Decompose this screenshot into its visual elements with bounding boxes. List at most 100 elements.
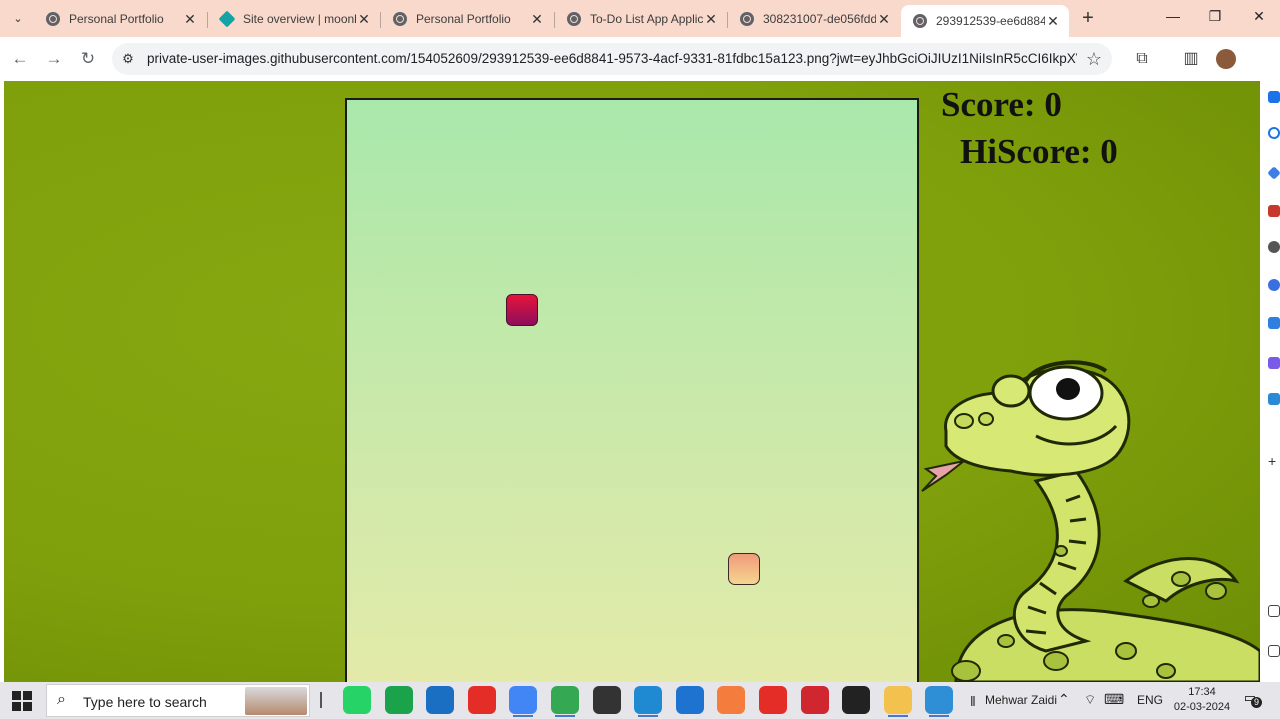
address-bar[interactable]: ⚙ private-user-images.githubusercontent.… [112,43,1112,75]
shopping-icon[interactable] [1268,205,1280,217]
person-icon[interactable] [1268,241,1280,253]
side-panel-icon[interactable]: ▥ [1181,49,1201,69]
search-icon: ⌕ [57,691,66,708]
url-text[interactable]: private-user-images.githubusercontent.co… [147,51,1077,66]
cartoon-snake-illustration [921,360,1260,682]
forward-arrow-icon[interactable]: → [44,49,64,69]
extensions-icon[interactable]: ⧉ [1132,49,1152,69]
browser-side-panel: + [1260,81,1280,682]
settings-icon[interactable] [1268,645,1280,657]
toolbar-divider: ‖ [970,693,976,709]
tab-close-icon[interactable]: ✕ [876,11,892,28]
profile-avatar[interactable] [1216,49,1236,69]
taskbar-app-mail-icon[interactable] [675,686,704,714]
reload-icon[interactable]: ↻ [78,49,98,69]
running-app-indicator [555,715,575,717]
search-highlight-image [245,687,307,715]
send-icon[interactable] [1268,393,1280,405]
split-screen-icon[interactable] [1268,605,1280,617]
clock-time: 17:34 [1188,686,1216,698]
tab-close-icon[interactable]: ✕ [356,11,372,28]
taskbar-app-youtube-2-icon[interactable] [759,686,787,714]
taskbar-app-edge-icon[interactable] [925,686,954,717]
clock-date: 02-03-2024 [1173,701,1231,713]
running-app-indicator [638,715,659,717]
new-tab-button[interactable]: + [1078,8,1098,28]
browser-toolbar: ← → ↻ ⚙ private-user-images.githubuserco… [0,37,1280,81]
language-indicator[interactable]: ENG [1137,693,1163,707]
notification-center-button[interactable]: ▭ 9 [1240,690,1262,708]
taskbar-app-xampp-icon[interactable] [717,686,746,714]
score-display: Score: 0 [941,85,1062,124]
start-logo-pane [23,702,32,711]
back-arrow-icon[interactable]: ← [10,49,30,69]
globe-icon [46,12,60,26]
tab-todo-app[interactable]: To-Do List App Applic ✕ [555,5,727,33]
keyboard-icon[interactable]: ⌨ [1104,691,1124,708]
tab-personal-portfolio-2[interactable]: Personal Portfolio ✕ [381,5,553,33]
snake-head [506,294,538,326]
start-logo-pane [23,691,32,700]
tab-personal-portfolio-1[interactable]: Personal Portfolio ✕ [34,5,206,33]
tab-title: Site overview | moonl [243,12,356,26]
taskbar-app-pinterest-icon[interactable] [800,686,829,714]
tab-site-overview[interactable]: Site overview | moonl ✕ [208,5,380,33]
office-icon[interactable] [1268,317,1280,329]
tab-title: Personal Portfolio [416,12,511,26]
tab-close-icon[interactable]: ✕ [182,11,198,28]
game-board [345,98,919,682]
windows-start-button[interactable] [12,691,32,711]
compass-icon[interactable] [1268,127,1280,139]
globe-icon [740,12,754,26]
games-icon[interactable] [1268,279,1280,291]
site-info-icon[interactable]: ⚙ [120,51,136,67]
close-window-button[interactable]: ✕ [1236,8,1280,28]
taskbar-app-file-explorer-icon[interactable] [883,686,912,717]
copilot-icon[interactable] [1267,166,1280,180]
chevron-up-icon[interactable]: ⌃ [1058,691,1070,708]
search-icon[interactable] [1268,91,1280,103]
running-app-indicator [929,715,950,717]
tab-title: 293912539-ee6d8841 [936,14,1045,28]
taskbar-search-box[interactable]: ⌕ Type here to search [46,684,310,717]
taskbar-app-media-player-icon[interactable] [842,686,871,714]
globe-icon [913,14,927,28]
minimize-button[interactable]: — [1150,8,1196,28]
taskbar-app-edge-dev-icon[interactable] [426,686,455,714]
start-logo-pane [12,691,21,700]
wifi-icon[interactable]: ⌔ [1084,692,1096,708]
tab-title: Personal Portfolio [69,12,164,26]
notification-badge: 9 [1251,697,1262,708]
taskbar-divider [320,692,322,708]
outlook-icon[interactable] [1268,357,1280,369]
taskbar-app-github-desktop-icon[interactable] [592,686,621,714]
tab-close-icon[interactable]: ✕ [703,11,719,28]
tab-title: 308231007-de056fdd [763,12,876,26]
taskbar-app-chrome-icon[interactable] [509,686,538,717]
taskbar-app-whatsapp-web-icon[interactable] [343,686,371,714]
windows-taskbar: ⌕ Type here to search ‖ Mehwar Zaidi ⌃ ⌔… [0,682,1280,719]
bookmark-star-icon[interactable]: ☆ [1086,49,1102,70]
netlify-icon [218,10,236,28]
taskbar-app-whatsapp-icon[interactable] [384,686,413,714]
running-app-indicator [887,715,908,717]
start-logo-pane [12,702,21,711]
tray-username[interactable]: Mehwar Zaidi [985,693,1057,707]
tab-image-308231007[interactable]: 308231007-de056fdd ✕ [728,5,900,33]
taskbar-app-chrome-profile-icon[interactable] [551,686,579,717]
taskbar-search-placeholder: Type here to search [83,694,207,710]
tab-close-icon[interactable]: ✕ [1045,13,1061,30]
game-page: Score: 0 HiScore: 0 [4,81,1260,682]
globe-icon [567,12,581,26]
taskbar-app-youtube-icon[interactable] [467,686,496,714]
add-icon[interactable]: + [1268,454,1280,468]
running-app-indicator [513,715,534,717]
tab-close-icon[interactable]: ✕ [529,11,545,28]
hiscore-display: HiScore: 0 [960,132,1118,171]
tab-search-icon[interactable]: ⌄ [8,8,28,28]
restore-button[interactable]: ❐ [1192,8,1238,28]
taskbar-clock[interactable]: 17:34 02-03-2024 [1172,685,1232,715]
tab-image-293912539[interactable]: 293912539-ee6d8841 ✕ [901,5,1069,37]
globe-icon [393,12,407,26]
taskbar-app-vscode-icon[interactable] [634,686,663,717]
